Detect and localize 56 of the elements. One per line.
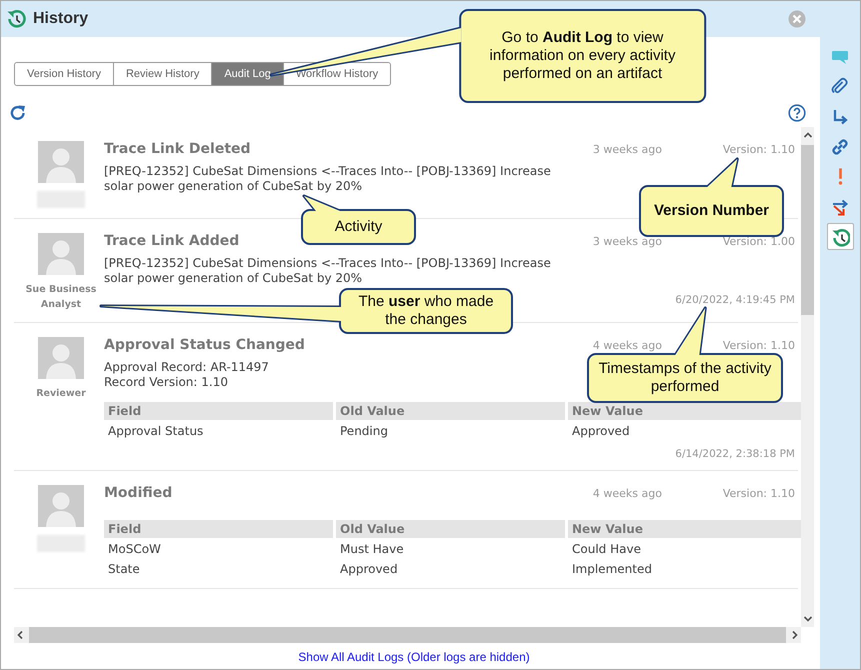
table-cell-text: Could Have (571, 541, 642, 558)
callout-text: Version Number (654, 202, 770, 220)
activity-description: Record Version: 1.10 (104, 375, 229, 390)
history-icon (5, 8, 27, 30)
activity-description: [PREQ-12352] CubeSat Dimensions <--Traces Into-- [POBJ-13369] Increase solar power generation of CubeSat by 20% (104, 256, 552, 286)
version-label: Version: 1.10 (722, 339, 795, 352)
callout-text: Timestamps of the activity performed (598, 360, 772, 396)
activity-title: Approval Status Changed (104, 337, 305, 353)
vertical-scrollbar[interactable] (801, 127, 814, 627)
callout-text: Activity (334, 218, 382, 236)
column-header: New Value (568, 402, 801, 420)
table-cell-text: Must Have (339, 541, 405, 558)
refresh-icon[interactable] (9, 104, 27, 122)
tab[interactable]: Audit Log (211, 63, 283, 85)
activity-title: Trace Link Deleted (104, 141, 251, 157)
table-cell-text: Implemented (571, 561, 653, 578)
table-cell-text: Approval Status (107, 423, 204, 440)
relative-time: 3 weeks ago (592, 235, 663, 248)
timestamp: 6/14/2022, 2:38:18 PM (675, 448, 796, 460)
link-icon (830, 136, 850, 156)
table-cell-text: Approved (571, 423, 631, 440)
scrollbar-thumb[interactable] (801, 145, 814, 315)
window-title: History (33, 10, 88, 28)
table-cell-text: State (107, 561, 141, 578)
sidebar-button[interactable] (826, 223, 854, 250)
relative-time: 3 weeks ago (592, 143, 663, 156)
callout-text: The user who made the changes (357, 293, 495, 329)
avatar (38, 233, 84, 275)
show-all-link[interactable]: Show All Audit Logs (Older logs are hidden) (298, 650, 530, 664)
table-cell-text: Pending (339, 423, 389, 440)
version-label: Version: 1.10 (722, 143, 795, 156)
avatar (38, 337, 84, 379)
callout-text: Go to Audit Log to view information on every activity performed on an artifact (488, 29, 676, 83)
column-header: Field (104, 520, 333, 538)
help-icon[interactable] (788, 104, 806, 122)
activity-description: [PREQ-12352] CubeSat Dimensions <--Traces Into-- [POBJ-13369] Increase solar power generation of CubeSat by 20% (104, 164, 552, 194)
column-header: New Value (568, 520, 801, 538)
column-header: Old Value (336, 520, 565, 538)
history-icon (830, 226, 850, 246)
avatar (38, 141, 84, 183)
relative-time: 4 weeks ago (592, 339, 663, 352)
timestamp: 6/20/2022, 4:19:45 PM (675, 294, 796, 306)
activity-title: Trace Link Added (104, 233, 240, 249)
table-cell-text: Approved (339, 561, 399, 578)
relative-time: 4 weeks ago (592, 487, 663, 500)
column-header: Old Value (336, 402, 565, 420)
user-name: Sue Business Analyst (24, 283, 98, 312)
exclamation-icon (838, 168, 842, 185)
user-name: Reviewer (35, 387, 87, 401)
activity-title: Modified (104, 485, 172, 501)
activity-description: Approval Record: AR-11497 (104, 360, 270, 375)
column-header: Field (104, 402, 333, 420)
version-label: Version: 1.10 (722, 487, 795, 500)
avatar (38, 485, 84, 527)
version-label: Version: 1.00 (722, 235, 795, 248)
table-cell-text: MoSCoW (107, 541, 162, 558)
